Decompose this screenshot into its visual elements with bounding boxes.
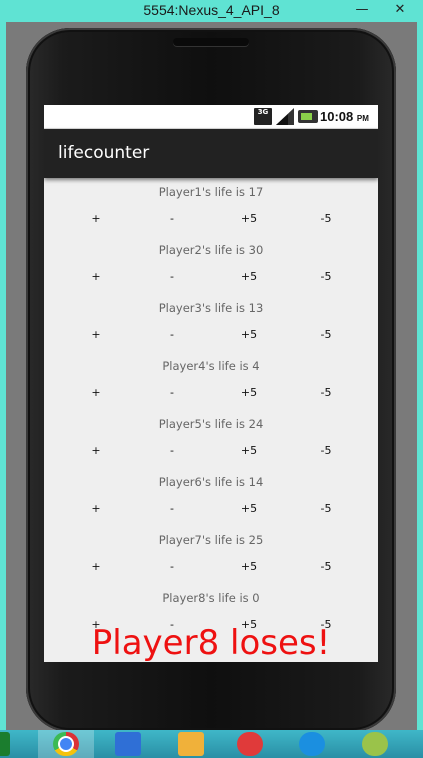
plus-one-button[interactable]: + xyxy=(66,560,126,574)
plus-one-button[interactable]: + xyxy=(66,444,126,458)
minimize-button[interactable]: — xyxy=(351,0,373,20)
life-label: Player7's life is 25 xyxy=(158,533,264,547)
life-label: Player6's life is 14 xyxy=(158,475,264,489)
life-label: Player2's life is 30 xyxy=(158,243,264,257)
minus-one-button[interactable]: - xyxy=(142,560,202,574)
minus-one-button[interactable]: - xyxy=(142,502,202,516)
plus-one-button[interactable]: + xyxy=(66,386,126,400)
action-bar: lifecounter xyxy=(44,129,378,178)
plus-five-button[interactable]: +5 xyxy=(219,212,279,226)
life-label: Player4's life is 4 xyxy=(162,359,260,373)
video-icon[interactable] xyxy=(299,732,325,756)
life-label: Player1's life is 17 xyxy=(158,185,264,199)
player-row: Player6's life is 14 + - +5 -5 xyxy=(44,468,378,526)
android-icon[interactable] xyxy=(362,732,388,756)
player-list: Player1's life is 17 + - +5 -5 Player2's… xyxy=(44,178,378,662)
plus-one-button[interactable]: + xyxy=(66,328,126,342)
minus-one-button[interactable]: - xyxy=(142,444,202,458)
window-titlebar[interactable]: 5554:Nexus_4_API_8 — ✕ xyxy=(0,0,423,22)
life-label: Player8's life is 0 xyxy=(162,591,260,605)
signal-icon xyxy=(276,108,294,125)
plus-one-button[interactable]: + xyxy=(66,502,126,516)
battery-icon xyxy=(298,110,318,123)
player-row: Player3's life is 13 + - +5 -5 xyxy=(44,294,378,352)
store-icon[interactable] xyxy=(115,732,141,756)
lose-message: Player8 loses! xyxy=(91,623,331,662)
life-label: Player5's life is 24 xyxy=(158,417,264,431)
app-title: lifecounter xyxy=(58,143,150,163)
minus-five-button[interactable]: -5 xyxy=(296,502,356,516)
speaker-grille xyxy=(173,38,249,46)
plus-five-button[interactable]: +5 xyxy=(219,328,279,342)
plus-one-button[interactable]: + xyxy=(66,270,126,284)
life-label: Player3's life is 13 xyxy=(158,301,264,315)
plus-one-button[interactable]: + xyxy=(66,212,126,226)
minus-five-button[interactable]: -5 xyxy=(296,270,356,284)
minus-one-button[interactable]: - xyxy=(142,328,202,342)
player-row: Player2's life is 30 + - +5 -5 xyxy=(44,236,378,294)
music-icon[interactable] xyxy=(237,732,263,756)
minus-one-button[interactable]: - xyxy=(142,270,202,284)
plus-five-button[interactable]: +5 xyxy=(219,386,279,400)
player-row: Player5's life is 24 + - +5 -5 xyxy=(44,410,378,468)
network-3g-icon: 3G xyxy=(254,108,272,125)
clock-time: 10:08 xyxy=(320,109,354,124)
player-row: Player7's life is 25 + - +5 -5 xyxy=(44,526,378,584)
windows-taskbar xyxy=(0,730,423,758)
plus-five-button[interactable]: +5 xyxy=(219,502,279,516)
minus-five-button[interactable]: -5 xyxy=(296,386,356,400)
device-screen: 3G 10:08 PM lifecounter Player1's life i… xyxy=(44,105,378,662)
minus-five-button[interactable]: -5 xyxy=(296,328,356,342)
player-row: Player1's life is 17 + - +5 -5 xyxy=(44,178,378,236)
close-button[interactable]: ✕ xyxy=(385,0,415,20)
start-icon[interactable] xyxy=(0,732,10,756)
folder-icon[interactable] xyxy=(178,732,204,756)
chrome-icon[interactable] xyxy=(53,732,79,756)
minus-five-button[interactable]: -5 xyxy=(296,444,356,458)
status-clock: 10:08 PM xyxy=(320,109,369,124)
minus-one-button[interactable]: - xyxy=(142,212,202,226)
minus-five-button[interactable]: -5 xyxy=(296,212,356,226)
player-row: Player4's life is 4 + - +5 -5 xyxy=(44,352,378,410)
plus-five-button[interactable]: +5 xyxy=(219,270,279,284)
plus-five-button[interactable]: +5 xyxy=(219,444,279,458)
status-bar: 3G 10:08 PM xyxy=(44,105,378,129)
minus-five-button[interactable]: -5 xyxy=(296,560,356,574)
plus-five-button[interactable]: +5 xyxy=(219,560,279,574)
clock-ampm: PM xyxy=(356,114,369,123)
window-frame-right xyxy=(417,22,423,730)
minus-one-button[interactable]: - xyxy=(142,386,202,400)
